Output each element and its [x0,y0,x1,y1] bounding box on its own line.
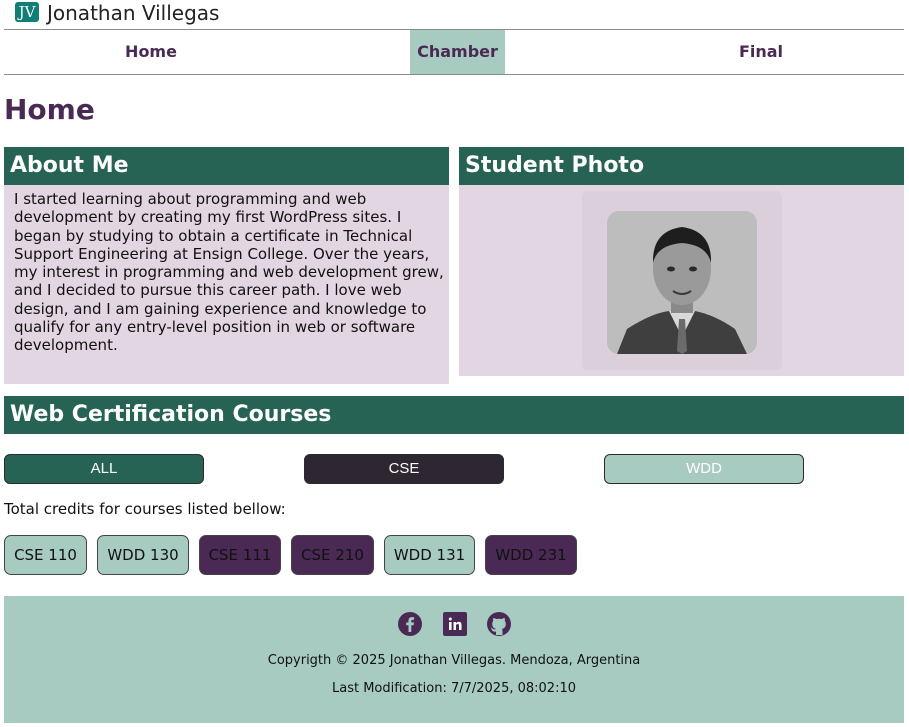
filter-wdd-button[interactable]: WDD [604,454,804,484]
nav-chamber[interactable]: Chamber [410,30,505,74]
page-title: Home [4,93,95,126]
filter-cse-button[interactable]: CSE [304,454,504,484]
course-card[interactable]: CSE 111 [199,535,281,575]
student-photo [607,211,757,354]
nav-home[interactable]: Home [101,30,201,74]
filter-all-button[interactable]: ALL [4,454,204,484]
last-modified-text: Last Modification: 7/7/2025, 08:02:10 [332,681,576,696]
github-icon[interactable] [486,611,512,637]
linkedin-icon[interactable] [442,611,468,637]
photo-card [459,185,904,376]
logo: JV [15,2,39,22]
photo-heading: Student Photo [459,147,904,185]
courses-heading: Web Certification Courses [4,396,904,434]
about-text: I started learning about programming and… [4,185,449,384]
copyright-text: Copyrigth © 2025 Jonathan Villegas. Mend… [267,653,641,668]
site-header: JV Jonathan Villegas [4,0,904,30]
nav-final[interactable]: Final [711,30,811,74]
about-heading: About Me [4,147,449,185]
course-card[interactable]: WDD 231 [485,535,577,575]
course-card[interactable]: CSE 210 [291,535,374,575]
photo-frame [582,191,782,370]
main-nav: Home Chamber Final [4,30,904,75]
facebook-icon[interactable] [397,611,423,637]
course-card[interactable]: CSE 110 [4,535,87,575]
site-footer: Copyrigth © 2025 Jonathan Villegas. Mend… [4,596,904,723]
site-name: Jonathan Villegas [47,1,220,25]
course-card[interactable]: WDD 130 [97,535,189,575]
credits-label: Total credits for courses listed bellow: [4,500,286,518]
course-card[interactable]: WDD 131 [384,535,475,575]
